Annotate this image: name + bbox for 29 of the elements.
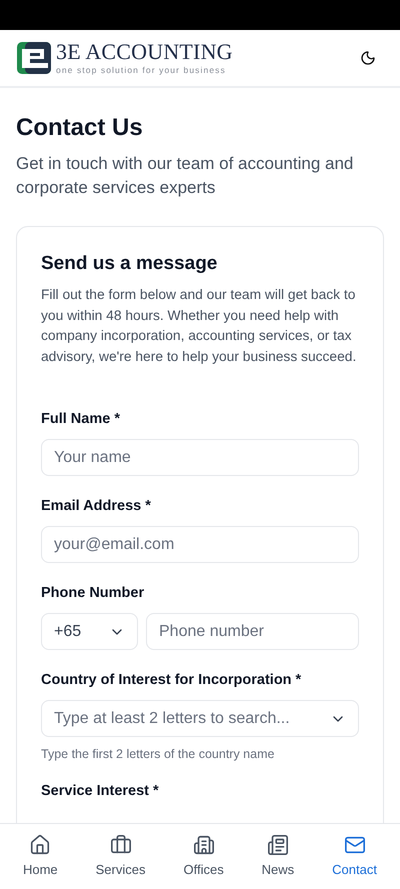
building-icon [192,834,215,856]
house-icon [29,834,52,856]
field-label: Country of Interest for Incorporation * [41,672,302,688]
page-subtitle: Get in touch with our team of accounting and corporate services experts [16,153,354,199]
envelope-icon [344,834,366,856]
country-select[interactable]: Type at least 2 letters to search... [41,700,359,737]
country-code-select[interactable]: +65 [41,613,138,650]
field-label: Full Name * [41,411,121,427]
nav-tab[interactable]: Services [92,834,150,878]
form-title: Send us a message [41,253,218,275]
nav-tab[interactable]: Contact [328,834,381,878]
field-label: Phone Number [41,585,146,601]
nav-tab[interactable]: Offices [179,834,228,878]
logo-title: 3E ACCOUNTING [56,41,233,63]
page-title: Contact Us [16,114,144,142]
field-label: Service Interest * [41,783,160,799]
input-field[interactable]: your@email.com [41,526,359,563]
nav-tab[interactable]: News [258,834,298,878]
form-intro: Fill out the form below and our team will get back to you within 48 hours. Whether you need help with company incorporation, accounting services, or tax advisory, we're here to help your business succeed. [41,286,358,366]
logo-tagline: one stop solution for your business [56,65,227,75]
nav-tab[interactable]: Home [18,834,62,878]
input-field[interactable]: Your name [41,439,359,476]
field-label: Email Address * [41,498,152,514]
newspaper-icon [266,834,289,856]
logo-icon [16,41,52,75]
field-hint: Type the first 2 letters of the country name [41,747,276,761]
moon-icon[interactable] [360,50,376,66]
briefcase-icon [110,834,132,856]
input-field[interactable]: Phone number [146,613,359,650]
